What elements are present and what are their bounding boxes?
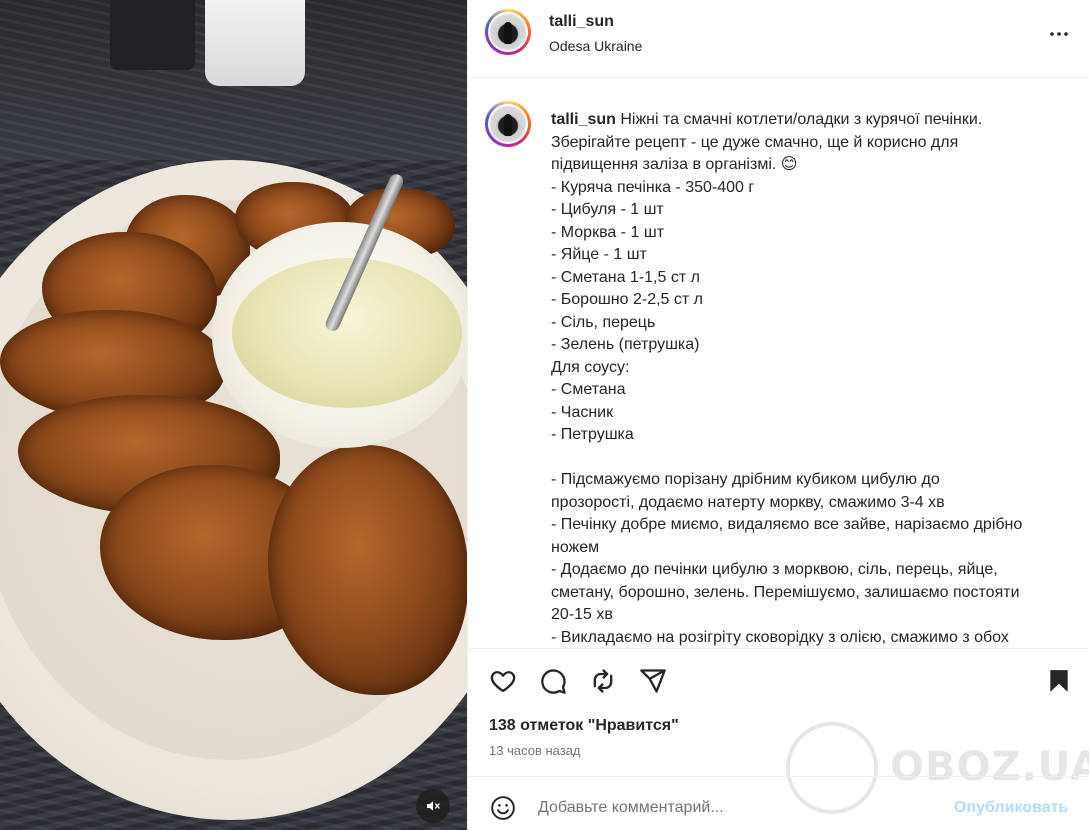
username-link[interactable]: talli_sun	[549, 13, 614, 31]
caption-line: - Цибуля - 1 шт	[551, 201, 664, 218]
more-icon	[1050, 32, 1068, 36]
comment-button[interactable]	[537, 665, 569, 697]
caption-line: talli_sun Ніжні та смачні котлети/оладки…	[551, 109, 1061, 132]
media-jar-dark	[110, 0, 195, 70]
caption-line: - Борошно 2-2,5 ст л	[551, 291, 704, 308]
repost-icon	[593, 669, 613, 693]
caption-line: - Підсмажуємо порізану дрібним кубиком ц…	[551, 471, 940, 488]
caption-line: Зберігайте рецепт - це дуже смачно, ще й…	[551, 133, 959, 151]
avatar-ring	[488, 12, 528, 52]
caption-line: - Додаємо до печінки цибулю з морквою, с…	[551, 561, 998, 578]
caption-line: сметану, борошно, зелень. Перемішуємо, з…	[551, 583, 1020, 601]
media-jar-white	[205, 0, 305, 86]
caption-line: - Яйце - 1 шт	[551, 246, 647, 263]
publish-button[interactable]: Опубликовать	[954, 799, 1068, 817]
comment-icon	[541, 669, 566, 694]
caption-line: - Часник	[551, 403, 614, 421]
emoji-icon	[491, 796, 515, 820]
caption-line: - Петрушка	[551, 426, 634, 443]
location-link[interactable]: Odesa Ukraine	[549, 38, 642, 54]
caption-line: - Викладаємо на розігріту сковорідку з о…	[551, 628, 1009, 646]
avatar[interactable]	[485, 9, 531, 55]
mute-button[interactable]	[416, 789, 450, 823]
caption-line: 20-15 хв	[551, 606, 613, 623]
repost-button[interactable]	[587, 665, 619, 697]
caption-line-text: Ніжні та смачні котлети/оладки з курячої…	[615, 111, 983, 128]
caption-line: - Печінку добре миємо, видаляємо все зай…	[551, 516, 1023, 533]
post-panel: talli_sun Odesa Ukraine talli_sun Ніжні …	[467, 0, 1089, 830]
caption-line: - Сметана 1-1,5 ст л	[551, 268, 700, 286]
heart-icon	[490, 671, 516, 693]
bookmark-icon	[1050, 670, 1068, 692]
more-options-button[interactable]	[1044, 22, 1074, 46]
avatar-image	[490, 14, 526, 50]
caption-line: Для соусу:	[551, 358, 630, 376]
action-bar	[468, 648, 1089, 712]
save-button[interactable]	[1043, 665, 1075, 697]
caption-line: ножем	[551, 538, 600, 556]
caption-area: talli_sun Ніжні та смачні котлети/оладки…	[468, 79, 1089, 647]
post-media[interactable]	[0, 0, 467, 830]
avatar-image	[490, 106, 526, 142]
avatar-ring	[488, 104, 528, 144]
share-button[interactable]	[637, 665, 669, 697]
emoji-button[interactable]	[487, 792, 519, 824]
caption-line: - Зелень (петрушка)	[551, 336, 700, 353]
caption-username-link[interactable]: talli_sun	[551, 111, 616, 128]
likes-count[interactable]: 138 отметок "Нравится"	[489, 717, 679, 735]
share-icon	[640, 669, 666, 693]
caption-line	[551, 447, 1061, 470]
like-button[interactable]	[487, 665, 519, 697]
comment-bar: Опубликовать	[468, 776, 1089, 830]
caption-line: - Сметана	[551, 381, 626, 398]
caption-line: підвищення заліза в організмі. 😊	[551, 156, 798, 173]
comment-input[interactable]	[538, 797, 938, 819]
caption-line: прозорості, додаємо натерту моркву, смаж…	[551, 493, 945, 511]
caption-line: - Морква - 1 шт	[551, 223, 665, 241]
mute-icon	[427, 801, 440, 811]
post-header: talli_sun Odesa Ukraine	[468, 0, 1089, 78]
post-time[interactable]: 13 часов назад	[489, 743, 581, 758]
caption-avatar[interactable]	[485, 101, 531, 147]
caption-line: - Сіль, перець	[551, 313, 656, 331]
caption-line: - Куряча печінка - 350-400 г	[551, 178, 755, 196]
caption-text: talli_sun Ніжні та смачні котлети/оладки…	[551, 109, 1061, 647]
